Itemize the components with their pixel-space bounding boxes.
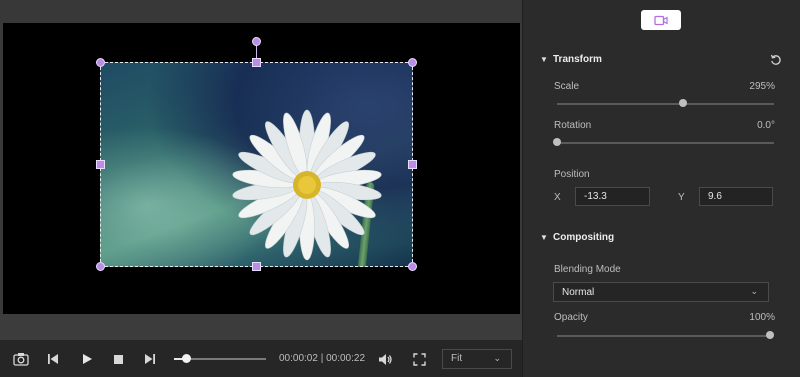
rotation-label: Rotation — [554, 120, 592, 131]
position-y-field[interactable]: 9.6 — [699, 187, 773, 206]
zoom-fit-select[interactable]: Fit ⌄ — [442, 349, 512, 369]
reset-icon[interactable] — [770, 53, 782, 65]
opacity-value: 100% — [749, 312, 775, 323]
selection-box[interactable] — [100, 62, 413, 267]
resize-handle-top-left[interactable] — [96, 58, 105, 67]
rotation-slider[interactable] — [557, 142, 774, 144]
blending-mode-label: Blending Mode — [554, 264, 621, 275]
video-tab[interactable] — [641, 10, 681, 30]
preview-canvas — [3, 23, 520, 314]
fullscreen-icon[interactable] — [410, 350, 428, 368]
blending-mode-value: Normal — [562, 287, 595, 298]
position-x-field[interactable]: -13.3 — [575, 187, 650, 206]
opacity-slider[interactable] — [557, 335, 770, 337]
zoom-fit-value: Fit — [451, 353, 463, 364]
transform-section-title: Transform — [553, 54, 602, 65]
chevron-down-icon: ⌄ — [750, 286, 758, 296]
blending-mode-select[interactable]: Normal ⌄ — [553, 282, 769, 302]
compositing-section-title: Compositing — [553, 232, 615, 243]
chevron-down-icon: ⌄ — [493, 353, 501, 363]
camera-icon[interactable] — [12, 350, 30, 368]
rotation-handle[interactable] — [252, 37, 261, 46]
resize-handle-top-right[interactable] — [408, 58, 417, 67]
seek-bar-knob[interactable] — [181, 354, 191, 363]
position-x-value: -13.3 — [584, 191, 607, 202]
video-camera-icon — [654, 15, 668, 25]
resize-handle-bottom-right[interactable] — [408, 262, 417, 271]
rotation-value: 0.0° — [757, 120, 775, 131]
position-x-label: X — [554, 192, 561, 203]
position-y-label: Y — [678, 192, 685, 203]
position-label: Position — [554, 169, 590, 180]
scale-label: Scale — [554, 81, 580, 92]
scale-slider[interactable] — [557, 103, 774, 105]
resize-handle-bottom[interactable] — [252, 262, 261, 271]
stop-icon[interactable] — [109, 350, 127, 368]
resize-handle-left[interactable] — [96, 160, 105, 169]
next-frame-icon[interactable] — [141, 350, 159, 368]
position-y-value: 9.6 — [708, 191, 722, 202]
resize-handle-bottom-left[interactable] — [96, 262, 105, 271]
play-icon[interactable] — [78, 350, 96, 368]
rotation-slider-knob[interactable] — [553, 138, 561, 146]
opacity-slider-knob[interactable] — [766, 331, 774, 339]
collapse-caret-icon[interactable]: ▼ — [540, 55, 548, 64]
preview-top-bar — [0, 0, 522, 23]
resize-handle-right[interactable] — [408, 160, 417, 169]
preview-bottom-strip — [0, 314, 522, 340]
opacity-label: Opacity — [554, 312, 588, 323]
scale-value: 295% — [749, 81, 775, 92]
previous-frame-icon[interactable] — [44, 350, 62, 368]
resize-handle-top[interactable] — [252, 58, 261, 67]
scale-slider-knob[interactable] — [678, 99, 687, 107]
volume-icon[interactable] — [376, 350, 394, 368]
timecode: 00:00:02 | 00:00:22 — [279, 353, 366, 364]
collapse-caret-icon[interactable]: ▼ — [540, 233, 548, 242]
